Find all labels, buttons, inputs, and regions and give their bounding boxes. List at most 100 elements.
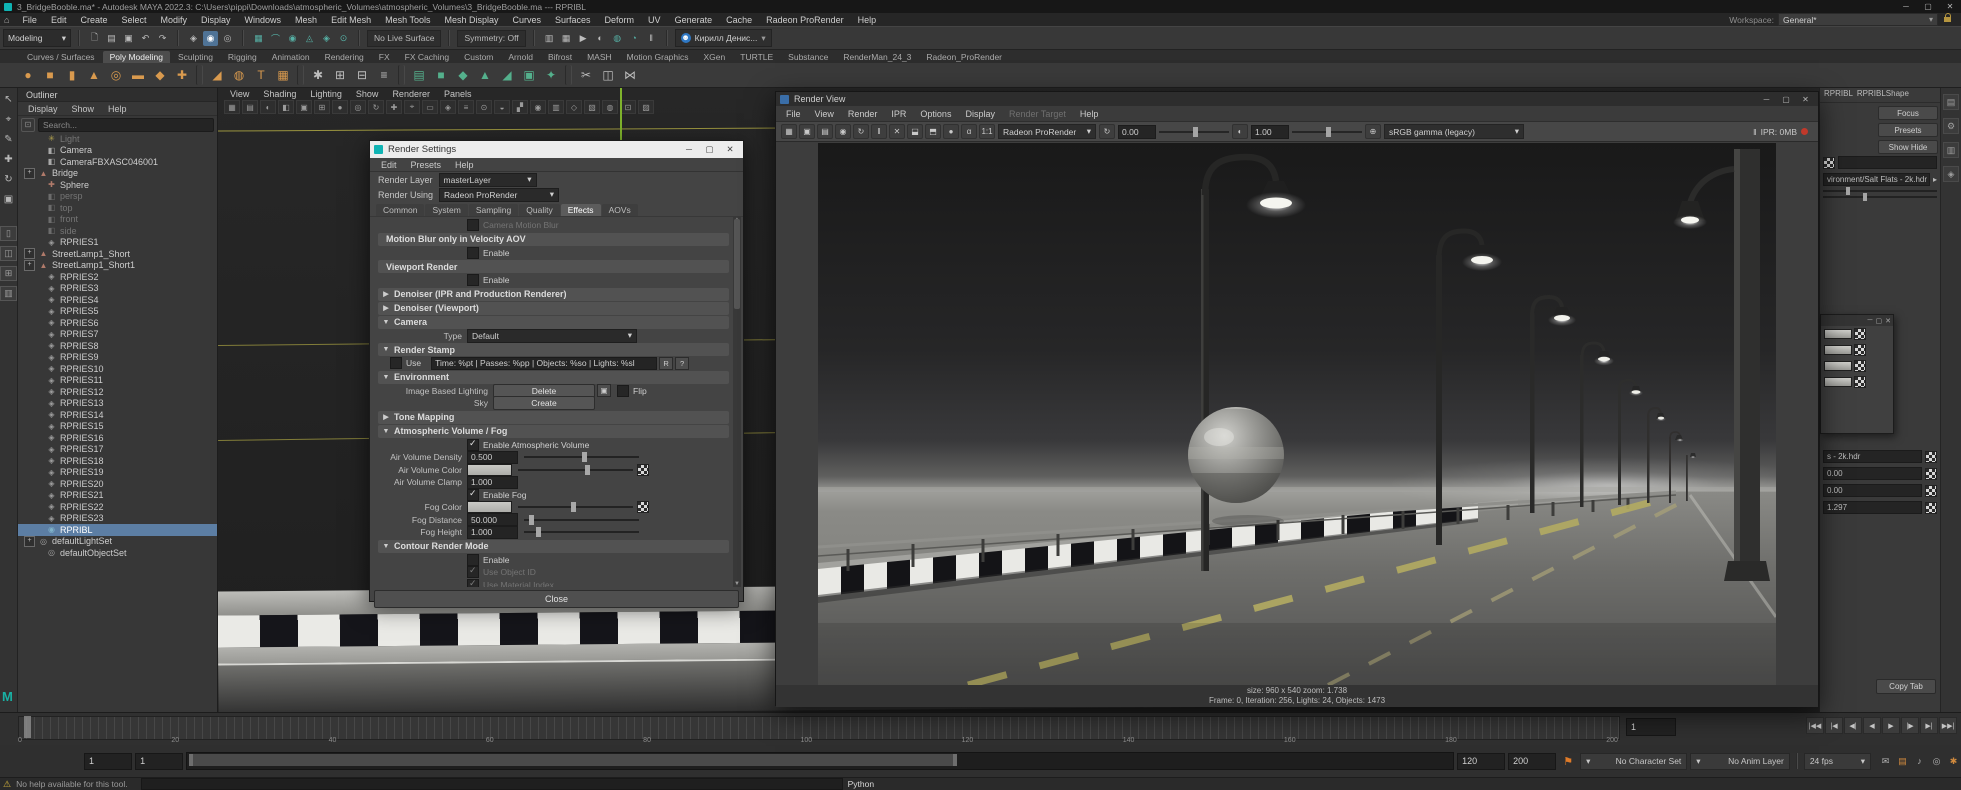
menu-item[interactable]: Select — [114, 15, 153, 25]
move-tool-icon[interactable]: ✚ — [2, 152, 16, 166]
menu-item[interactable]: Edit — [44, 15, 74, 25]
render-region-icon[interactable]: ▣ — [799, 124, 815, 139]
maximize-icon[interactable]: ▢ — [700, 144, 718, 155]
air-color-texture-button[interactable] — [637, 464, 649, 476]
fog-distance-slider[interactable] — [524, 519, 639, 521]
file-path-field[interactable]: s - 2k.hdr — [1823, 450, 1922, 463]
menu-item[interactable]: Render Target — [1003, 109, 1072, 119]
command-input[interactable] — [141, 778, 843, 790]
enable-contour-checkbox[interactable] — [467, 554, 479, 566]
panel-toolbar-icon[interactable]: ▣ — [296, 100, 312, 114]
time-slider[interactable]: 020406080100120140160180200 1 |◀◀|◀◀|◀▶|… — [0, 712, 1961, 745]
rgb-channels-icon[interactable]: ● — [943, 124, 959, 139]
panel-toolbar-icon[interactable]: ◇ — [566, 100, 582, 114]
attribute-editor-tab[interactable]: RPRIBLShape — [1857, 89, 1909, 101]
outliner-item[interactable]: + ▲ StreetLamp1_Short1 — [18, 260, 217, 272]
settings-tab[interactable]: Quality — [519, 204, 559, 216]
snapshot-icon[interactable]: ▤ — [817, 124, 833, 139]
outliner-item[interactable]: + ◧ side — [18, 225, 217, 237]
anim-layer-dropdown[interactable]: ▾No Anim Layer — [1690, 753, 1790, 770]
air-volume-density-field[interactable]: 0.500 — [467, 451, 518, 464]
mirror-icon[interactable]: ✦ — [541, 65, 561, 85]
character-set-dropdown[interactable]: ▾No Character Set — [1580, 753, 1687, 770]
combine-icon[interactable]: ⊞ — [330, 65, 350, 85]
menu-item[interactable]: Windows — [238, 15, 289, 25]
stamp-help-button[interactable]: ? — [675, 357, 689, 370]
texture-map-button[interactable] — [1854, 344, 1866, 356]
shelf-tab[interactable]: FX Caching — [398, 51, 456, 63]
separate-icon[interactable]: ⊟ — [352, 65, 372, 85]
camera-type-dropdown[interactable]: Default▾ — [467, 329, 637, 343]
texture-map-button[interactable] — [1854, 376, 1866, 388]
color-swatch[interactable] — [1824, 377, 1852, 387]
settings-tab[interactable]: Sampling — [469, 204, 518, 216]
shelf-tab[interactable]: Custom — [457, 51, 500, 63]
select-hierarchy-icon[interactable]: ◈ — [186, 31, 201, 46]
outliner-item[interactable]: + ◧ front — [18, 214, 217, 226]
expand-toggle-icon[interactable]: + — [24, 260, 35, 271]
color-swatch[interactable] — [1824, 345, 1852, 355]
settings-tab[interactable]: System — [425, 204, 467, 216]
render-settings-titlebar[interactable]: Render Settings ─ ▢ ✕ — [370, 141, 743, 158]
render-view-titlebar[interactable]: Render View ─ ▢ ✕ — [776, 92, 1818, 106]
render-stamp-input[interactable]: Time: %pt | Passes: %pp | Objects: %so |… — [431, 357, 657, 370]
shelf-separator[interactable] — [565, 65, 572, 85]
save-scene-icon[interactable]: ▣ — [121, 31, 136, 46]
shelf-tab[interactable]: RenderMan_24_3 — [836, 51, 918, 63]
symmetry-field[interactable]: Symmetry: Off — [457, 30, 525, 47]
outliner-item[interactable]: + ▲ Bridge — [18, 168, 217, 180]
section-header[interactable]: ▼Camera — [378, 316, 729, 329]
go-to-end-button[interactable]: ▶▶| — [1939, 717, 1957, 734]
minimize-icon[interactable]: ─ — [1758, 95, 1775, 104]
panel-toolbar-icon[interactable]: ◈ — [440, 100, 456, 114]
outliner-item[interactable]: + ◈ RPRIES21 — [18, 490, 217, 502]
color-swatch[interactable] — [1824, 361, 1852, 371]
outliner-item[interactable]: + ◈ RPRIES8 — [18, 340, 217, 352]
render-view-window[interactable]: Render View ─ ▢ ✕ FileViewRenderIPROptio… — [775, 91, 1819, 706]
menu-item[interactable]: Generate — [668, 15, 720, 25]
panel-toolbar-icon[interactable]: ⊞ — [314, 100, 330, 114]
bridge-icon[interactable]: ◢ — [497, 65, 517, 85]
menu-item[interactable]: Edit Mesh — [324, 15, 378, 25]
section-header[interactable]: ▶Tone Mapping — [378, 411, 729, 424]
current-frame-field[interactable]: 1 — [1626, 718, 1676, 736]
outliner-item[interactable]: + ◈ RPRIES19 — [18, 467, 217, 479]
select-component-icon[interactable]: ◎ — [220, 31, 235, 46]
panel-menu-item[interactable]: Lighting — [304, 89, 348, 99]
fog-height-slider[interactable] — [524, 531, 639, 533]
presets-button[interactable]: Presets — [1878, 123, 1938, 137]
outliner-menu-item[interactable]: Help — [102, 104, 133, 114]
file-path-field[interactable]: vironment/Salt Flats - 2k.hdr — [1823, 173, 1930, 186]
panel-toolbar-icon[interactable]: ● — [332, 100, 348, 114]
outliner-item[interactable]: + ◈ RPRIES17 — [18, 444, 217, 456]
menu-item[interactable]: Mesh Display — [437, 15, 505, 25]
poly-plus-icon[interactable]: ✚ — [172, 65, 192, 85]
shelf-tab[interactable]: TURTLE — [733, 51, 780, 63]
poly-pipe-icon[interactable]: ◍ — [229, 65, 249, 85]
color-management-icon[interactable]: ⊕ — [1365, 124, 1381, 139]
flip-checkbox[interactable] — [617, 385, 629, 397]
construction-history-icon[interactable]: ▥ — [542, 31, 557, 46]
rotate-tool-icon[interactable]: ↻ — [2, 172, 16, 186]
menu-item[interactable]: File — [780, 109, 807, 119]
maximize-icon[interactable]: ▢ — [1777, 95, 1794, 104]
animation-end-field[interactable]: 200 — [1508, 753, 1556, 770]
settings-tab[interactable]: AOVs — [602, 204, 638, 216]
panel-toolbar-icon[interactable]: ≡ — [458, 100, 474, 114]
outliner-item[interactable]: + ◈ RPRIES7 — [18, 329, 217, 341]
shelf-separator[interactable] — [297, 65, 304, 85]
outliner-item[interactable]: + ✳ Light — [18, 133, 217, 145]
channel-box-icon[interactable]: ▥ — [1943, 142, 1959, 158]
snap-grid-icon[interactable]: ▦ — [251, 31, 266, 46]
enable-viewport-render-checkbox[interactable] — [467, 274, 479, 286]
refresh-icon[interactable]: ↻ — [1099, 124, 1115, 139]
panel-toolbar-icon[interactable]: ◍ — [602, 100, 618, 114]
outliner-item[interactable]: + ◎ defaultObjectSet — [18, 547, 217, 559]
hypershade-icon[interactable]: ◔ — [627, 31, 642, 46]
menu-item[interactable]: File — [15, 15, 44, 25]
outliner-item[interactable]: + ◈ RPRIES13 — [18, 398, 217, 410]
filter-icon[interactable]: ⊡ — [21, 118, 35, 132]
minimize-icon[interactable]: ─ — [680, 144, 698, 154]
panel-toolbar-icon[interactable]: ◉ — [530, 100, 546, 114]
target-weld-icon[interactable]: ◆ — [453, 65, 473, 85]
